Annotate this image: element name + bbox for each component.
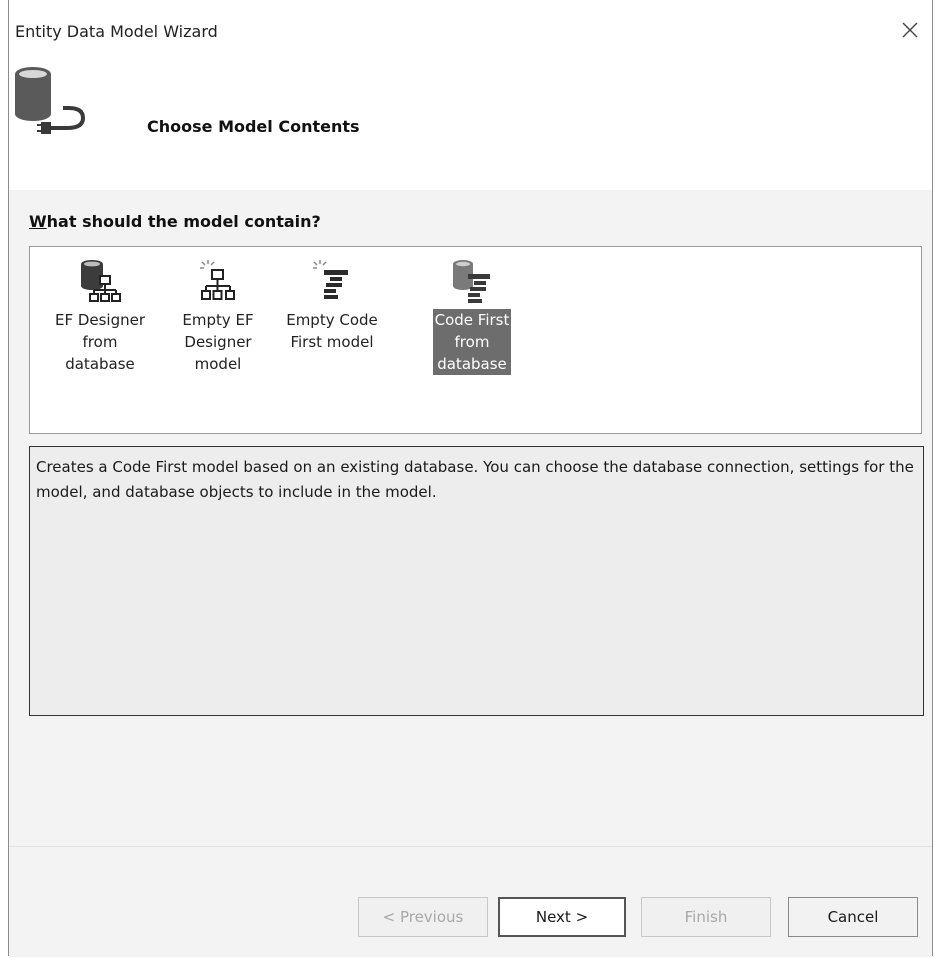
- database-connector-icon: [15, 67, 86, 134]
- next-button[interactable]: Next >: [498, 897, 626, 937]
- option-label: EF Designer from database: [54, 311, 146, 373]
- close-button[interactable]: [898, 18, 922, 42]
- database-code-icon: [453, 260, 490, 303]
- option-empty-code-first-model[interactable]: Empty Code First model: [284, 253, 380, 353]
- option-label: Code First from database: [432, 309, 512, 375]
- code-sparkle-icon: [313, 260, 348, 299]
- title-bar: Entity Data Model Wizard: [9, 0, 932, 60]
- previous-button[interactable]: < Previous: [358, 897, 488, 937]
- next-button-label: Next >: [535, 908, 589, 926]
- previous-button-label: < Previous: [382, 908, 464, 926]
- wizard-window: Entity Data Model Wizard Choose Model Co…: [8, 0, 933, 957]
- window-title: Entity Data Model Wizard: [15, 22, 218, 41]
- option-label: Empty Code First model: [286, 311, 378, 351]
- option-label: Empty EF Designer model: [182, 311, 254, 373]
- cancel-button[interactable]: Cancel: [788, 897, 918, 937]
- option-description: Creates a Code First model based on an e…: [29, 446, 924, 716]
- close-icon: [902, 22, 918, 38]
- wizard-header: Choose Model Contents: [9, 60, 932, 190]
- finish-button-label: Finish: [684, 908, 728, 926]
- cancel-button-label: Cancel: [827, 908, 879, 926]
- finish-button[interactable]: Finish: [641, 897, 771, 937]
- option-ef-designer-from-database[interactable]: EF Designer from database: [52, 253, 148, 375]
- option-empty-ef-designer-model[interactable]: Empty EF Designer model: [170, 253, 266, 375]
- page-heading: Choose Model Contents: [147, 117, 360, 136]
- question-text: hat should the model contain?: [46, 212, 321, 231]
- hierarchy-sparkle-icon: [200, 260, 235, 300]
- database-hierarchy-icon: [81, 260, 121, 302]
- option-code-first-from-database[interactable]: Code First from database: [424, 253, 520, 375]
- button-bar: < Previous Next > Finish Cancel: [9, 846, 932, 957]
- question-label: What should the model contain?: [29, 212, 321, 231]
- question-mnemonic: W: [29, 212, 47, 231]
- content-area: What should the model contain? EF Design…: [9, 190, 932, 846]
- model-options-list[interactable]: EF Designer from database Empty EF Desig…: [29, 246, 922, 434]
